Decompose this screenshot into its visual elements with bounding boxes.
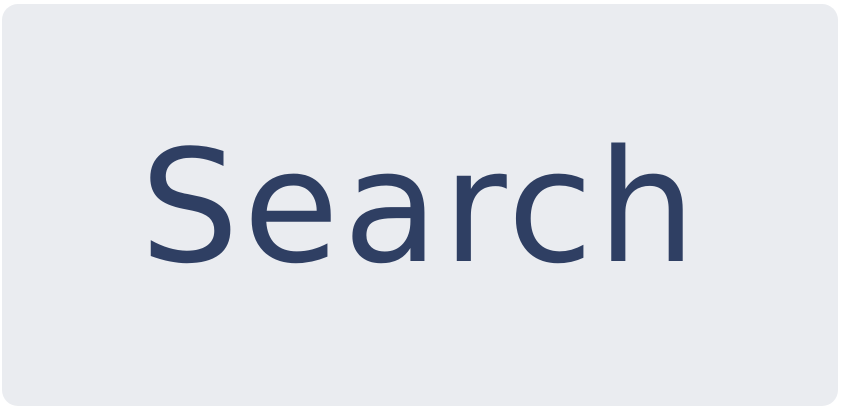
search-button[interactable]: Search [2, 4, 838, 406]
screen: Search [0, 0, 841, 410]
search-button-label: Search [140, 116, 700, 298]
